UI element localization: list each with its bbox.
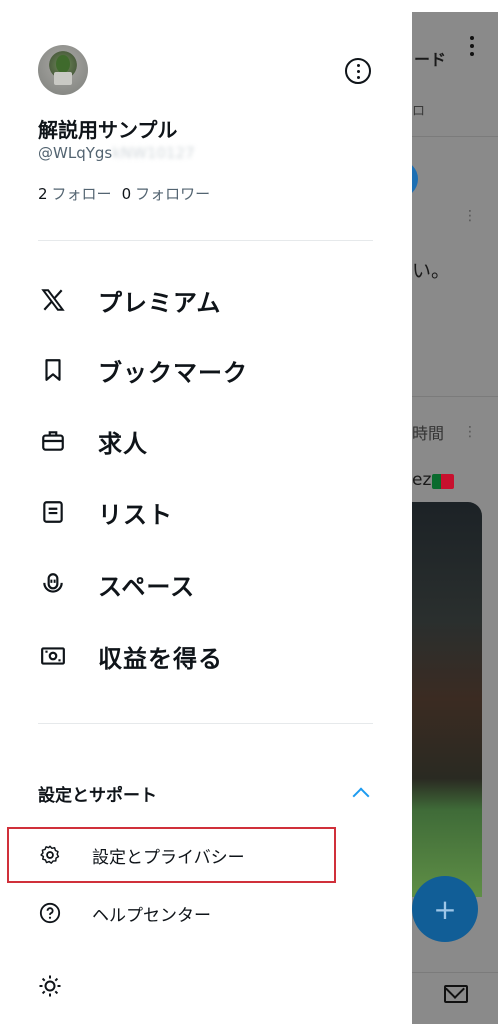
gear-icon [38, 843, 62, 867]
following-count: 2 [38, 185, 48, 203]
nav-item-monetization[interactable]: 収益を得る [38, 634, 378, 678]
background-post-author: ez [412, 470, 432, 490]
background-post-time: 時間 [412, 424, 445, 443]
followers-count: 0 [121, 185, 132, 203]
settings-support-toggle[interactable]: 設定とサポート [38, 780, 373, 806]
compose-fab-button: + [412, 876, 478, 942]
profile-handle-visible: @WLqYgs [38, 144, 113, 162]
nav-item-label: スペース [98, 572, 196, 601]
nav-item-label: 収益を得る [98, 644, 223, 673]
followers-label: フォロワー [135, 185, 211, 203]
avatar[interactable] [38, 45, 88, 95]
navigation-drawer: 解説用サンプル @WLqYgskNW10127 2 フォロー 0 フォロワー プレミ… [0, 0, 412, 1024]
avatar-plant [56, 55, 70, 73]
background-avatar [412, 160, 418, 198]
background-post-image [412, 502, 482, 897]
nav-item-lists[interactable]: リスト [38, 490, 378, 534]
divider [38, 240, 373, 241]
following-link[interactable]: 2 フォロー [38, 183, 112, 204]
help-icon [38, 901, 62, 925]
help-center-label: ヘルプセンター [92, 905, 211, 926]
nav-item-label: プレミアム [98, 288, 222, 317]
section-title: 設定とサポート [38, 785, 157, 806]
background-post-menu-icon: ⋮ [463, 424, 477, 440]
background-post-text: い。 [412, 260, 451, 282]
background-more-icon [470, 36, 476, 56]
spaces-icon [38, 569, 68, 599]
sun-icon [38, 974, 62, 998]
followers-link[interactable]: 0 フォロワー [122, 183, 211, 204]
background-timeline: ード ロ ⋮ い。 時間 ⋮ ez + [412, 12, 498, 1024]
plus-icon: + [433, 892, 457, 926]
portugal-flag-icon [432, 474, 454, 489]
background-sub-label: ロ [412, 104, 426, 119]
profile-handle: @WLqYgskNW10127 [38, 144, 195, 162]
list-icon [38, 497, 68, 527]
chevron-up-icon [352, 787, 370, 805]
account-options-button[interactable] [345, 58, 371, 84]
settings-privacy-item[interactable]: 設定とプライバシー [38, 838, 245, 872]
nav-item-spaces[interactable]: スペース [38, 562, 378, 606]
money-icon [38, 641, 68, 671]
avatar-pot [54, 72, 72, 85]
nav-item-label: リスト [98, 500, 173, 529]
profile-display-name[interactable]: 解説用サンプル [38, 114, 177, 143]
background-post-menu-icon: ⋮ [463, 208, 477, 224]
settings-privacy-label: 設定とプライバシー [92, 847, 245, 868]
nav-item-bookmarks[interactable]: ブックマーク [38, 348, 378, 392]
x-logo-icon [38, 285, 68, 315]
divider [38, 723, 373, 724]
background-tab-label: ード [414, 50, 447, 69]
nav-item-jobs[interactable]: 求人 [38, 419, 378, 463]
following-label: フォロー [51, 185, 112, 203]
help-center-item[interactable]: ヘルプセンター [38, 896, 211, 930]
follow-stats: 2 フォロー 0 フォロワー [38, 183, 210, 204]
bookmark-icon [38, 355, 68, 385]
display-theme-button[interactable] [38, 969, 92, 1003]
briefcase-icon [38, 426, 68, 456]
background-divider [412, 136, 498, 137]
nav-item-premium[interactable]: プレミアム [38, 278, 378, 322]
nav-item-label: ブックマーク [98, 358, 248, 387]
background-divider [412, 396, 498, 397]
profile-handle-redacted: kNW10127 [112, 144, 195, 162]
nav-item-label: 求人 [98, 429, 148, 458]
mail-icon [444, 985, 468, 1003]
